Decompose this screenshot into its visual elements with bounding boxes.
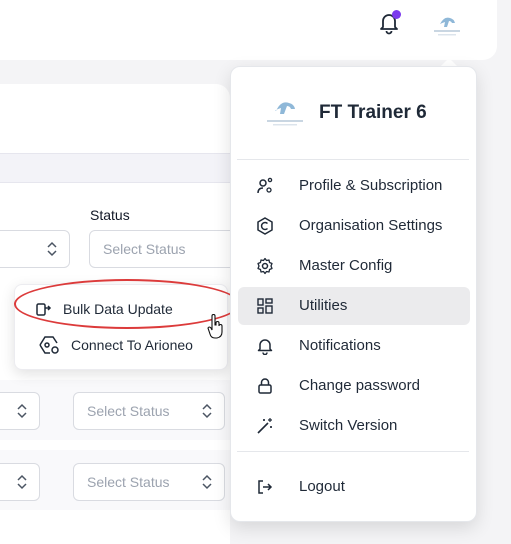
table-header-band bbox=[0, 153, 230, 183]
chevron-updown-icon bbox=[45, 240, 59, 258]
menu-item-utilities[interactable]: Utilities bbox=[238, 287, 470, 325]
menu-item-label: Switch Version bbox=[299, 417, 398, 434]
menu-item-switch-version[interactable]: Switch Version bbox=[238, 407, 470, 445]
user-gear-icon bbox=[256, 177, 274, 195]
notification-dot bbox=[392, 10, 401, 19]
gear-icon bbox=[256, 257, 274, 275]
filter-select[interactable] bbox=[0, 230, 70, 268]
lock-icon bbox=[256, 377, 274, 395]
row-select[interactable] bbox=[0, 463, 40, 501]
menu-item-label: Organisation Settings bbox=[299, 217, 443, 234]
menu-item-profile-subscription[interactable]: Profile & Subscription bbox=[238, 167, 470, 205]
menu-divider bbox=[237, 451, 469, 452]
row-status-placeholder: Select Status bbox=[87, 403, 170, 419]
organisation-icon bbox=[256, 217, 274, 235]
menu-item-label: Notifications bbox=[299, 337, 381, 354]
row-status-select[interactable]: Select Status bbox=[73, 392, 225, 430]
logout-label: Logout bbox=[299, 478, 345, 495]
account-dropdown-menu: FT Trainer 6 Profile & Subscription Orga… bbox=[230, 66, 477, 522]
status-select-placeholder: Select Status bbox=[103, 241, 186, 257]
menu-item-logout[interactable]: Logout bbox=[238, 468, 470, 506]
connect-icon bbox=[37, 333, 61, 357]
menu-item-label: Master Config bbox=[299, 257, 393, 274]
chevron-updown-icon bbox=[15, 473, 29, 491]
menu-item-master-config[interactable]: Master Config bbox=[238, 247, 470, 285]
row-status-placeholder: Select Status bbox=[87, 474, 170, 490]
row-select[interactable] bbox=[0, 392, 40, 430]
menu-divider bbox=[237, 159, 469, 160]
chevron-updown-icon bbox=[200, 402, 214, 420]
magic-wand-icon bbox=[256, 417, 274, 435]
horse-logo-icon bbox=[263, 93, 307, 129]
menu-item-organisation-settings[interactable]: Organisation Settings bbox=[238, 207, 470, 245]
logout-icon bbox=[256, 478, 274, 496]
menu-item-label: Change password bbox=[299, 377, 420, 394]
chevron-updown-icon bbox=[15, 402, 29, 420]
status-select[interactable]: Select Status bbox=[89, 230, 239, 268]
hand-cursor-icon bbox=[207, 314, 225, 340]
chevron-updown-icon bbox=[200, 473, 214, 491]
status-label: Status bbox=[90, 207, 130, 223]
top-bar bbox=[0, 0, 497, 60]
connect-to-arioneo-label: Connect To Arioneo bbox=[71, 337, 193, 353]
menu-item-label: Profile & Subscription bbox=[299, 177, 443, 194]
bell-icon bbox=[256, 337, 274, 356]
menu-item-notifications[interactable]: Notifications bbox=[238, 327, 470, 365]
grid-icon bbox=[256, 297, 274, 315]
connect-to-arioneo-item[interactable]: Connect To Arioneo bbox=[15, 328, 227, 362]
menu-item-change-password[interactable]: Change password bbox=[238, 367, 470, 405]
menu-title: FT Trainer 6 bbox=[319, 102, 427, 123]
horse-logo-icon[interactable] bbox=[430, 10, 464, 38]
menu-item-label: Utilities bbox=[299, 297, 348, 314]
row-status-select[interactable]: Select Status bbox=[73, 463, 225, 501]
